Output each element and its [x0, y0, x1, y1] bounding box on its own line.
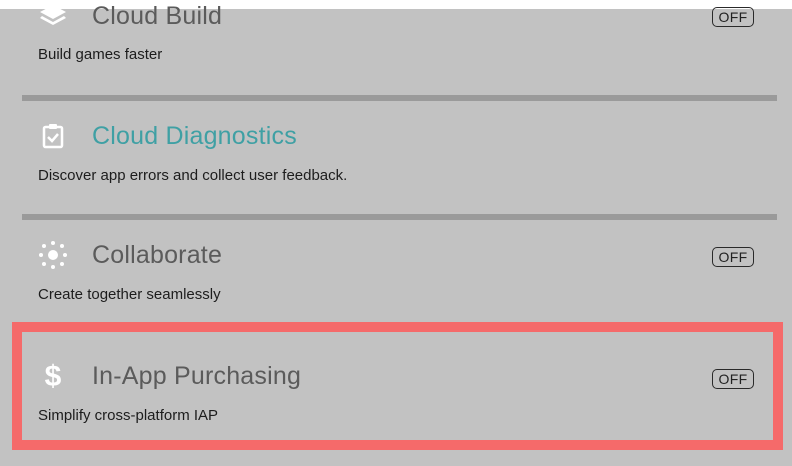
service-toggle[interactable]: OFF — [712, 7, 754, 27]
dollar-icon: $ — [38, 361, 68, 391]
service-card-cloud-diagnostics[interactable]: Cloud Diagnostics Discover app errors an… — [22, 101, 777, 214]
service-description: Build games faster — [38, 46, 163, 63]
services-panel: Cloud Build OFF Build games faster Cloud… — [0, 2, 792, 466]
service-description: Discover app errors and collect user fee… — [38, 167, 348, 184]
service-toggle[interactable]: OFF — [712, 247, 754, 267]
service-description: Simplify cross-platform IAP — [38, 407, 219, 424]
clipboard-check-icon — [38, 121, 68, 151]
service-title-link[interactable]: Cloud Diagnostics — [92, 122, 297, 151]
service-title: Cloud Build — [92, 1, 223, 30]
collaborate-dots-icon — [38, 240, 68, 270]
service-card-in-app-purchasing[interactable]: $ In-App Purchasing OFF Simplify cross-p… — [22, 339, 777, 449]
service-title: In-App Purchasing — [92, 361, 302, 390]
service-description: Create together seamlessly — [38, 286, 221, 303]
service-toggle[interactable]: OFF — [712, 369, 754, 389]
service-title: Collaborate — [92, 240, 223, 269]
layers-icon — [38, 1, 68, 31]
service-card-cloud-build[interactable]: Cloud Build OFF Build games faster — [22, 2, 777, 95]
svg-text:$: $ — [45, 361, 62, 391]
service-card-collaborate[interactable]: Collaborate OFF Create together seamless… — [22, 220, 777, 333]
